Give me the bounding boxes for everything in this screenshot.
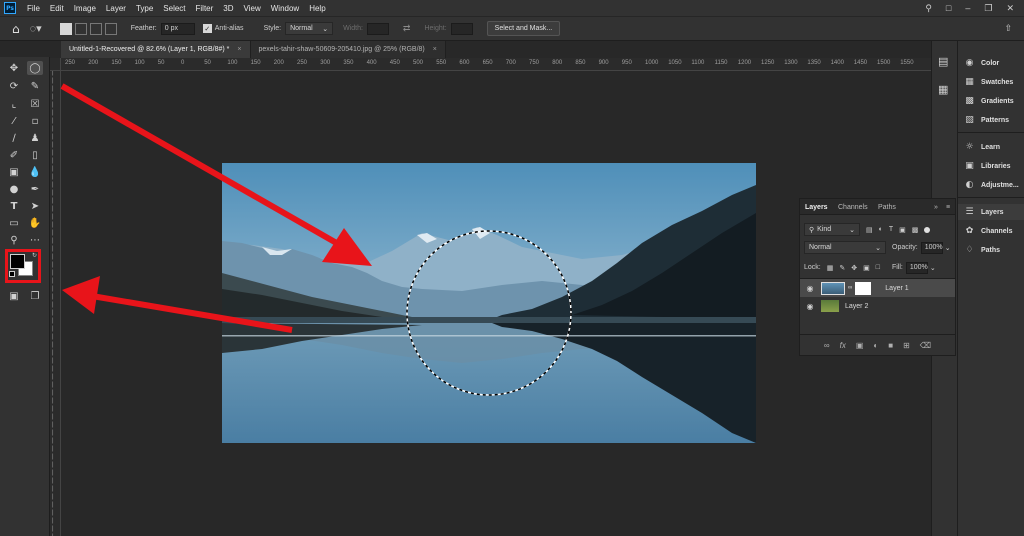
new-group-icon[interactable]: ■ [888, 341, 893, 350]
layer-thumbnail [821, 281, 845, 295]
lock-label: Lock: [804, 264, 821, 271]
arrow-to-selection [60, 83, 342, 248]
eye-icon[interactable]: ◉ [805, 284, 815, 293]
adjustments-icon: ◐ [965, 180, 974, 190]
panel-libraries[interactable]: ▣ Libraries [964, 158, 1011, 174]
fill-input[interactable]: 100% [905, 261, 928, 274]
delete-layer-icon[interactable]: ⌫ [920, 341, 931, 350]
layers-icon: ☰ [965, 207, 974, 217]
panel-label: Channels [981, 227, 1013, 235]
right-panel-dock: ◉ Color ▦ Swatches ▩ Gradients ▧ Patterns ☼ L… [958, 41, 1024, 536]
filter-kind-select[interactable]: ⚲ Kind ⌄ [804, 223, 860, 236]
panel-paths[interactable]: ♢ Paths [964, 242, 1000, 258]
blend-mode-select[interactable]: Normal ⌄ [804, 241, 886, 254]
search-icon: ⚲ [809, 226, 815, 234]
layer-row-layer-2[interactable]: ◉ Layer 2 [800, 297, 955, 315]
libraries-icon: ▣ [965, 161, 974, 171]
chevron-down-icon: ⌄ [875, 244, 881, 252]
panel-label: Learn [981, 143, 1001, 151]
new-layer-icon[interactable]: ⊞ [903, 341, 910, 350]
filter-toggle-icon[interactable] [924, 226, 931, 233]
filter-smart-icon[interactable]: ▩ [912, 226, 919, 234]
filter-kind-value: Kind [817, 226, 832, 233]
layer-row-layer-1[interactable]: ◉ ∞ Layer 1 [800, 279, 955, 297]
arrow-head-swatches [62, 276, 100, 314]
filter-pixel-icon[interactable]: ▤ [866, 226, 873, 234]
panel-collapse-icon[interactable]: » [934, 199, 938, 215]
filter-shape-icon[interactable]: ▣ [899, 226, 906, 234]
panel-label: Libraries [981, 162, 1011, 170]
blend-mode-value: Normal [809, 244, 832, 251]
lightbulb-icon: ☼ [965, 142, 974, 152]
panel-gradients[interactable]: ▩ Gradients [964, 93, 1014, 109]
layers-panel: Layers Channels Paths » ≡ ⚲ Kind ⌄ ▤ ◐ T ▣… [799, 198, 956, 356]
lock-position-icon[interactable]: ✥ [851, 264, 857, 272]
arrow-to-swatches [91, 293, 293, 333]
fill-label: Fill: [891, 264, 903, 271]
panel-learn[interactable]: ☼ Learn [964, 139, 1000, 155]
chevron-down-icon[interactable]: ⌄ [930, 264, 936, 272]
layer-name: Layer 1 [885, 284, 909, 292]
eye-icon[interactable]: ◉ [805, 302, 815, 311]
panel-menu-icon[interactable]: ≡ [946, 199, 950, 215]
panel-label: Swatches [981, 78, 1014, 86]
panel-label: Gradients [981, 97, 1014, 105]
panel-label: Paths [981, 246, 1001, 254]
history-panel-icon[interactable]: ▤ [938, 55, 948, 68]
properties-panel-icon[interactable]: ▦ [938, 83, 948, 96]
lock-all-icon[interactable]: □ [876, 264, 880, 271]
layer-name: Layer 2 [845, 302, 869, 310]
layer-style-icon[interactable]: fx [840, 341, 846, 350]
chevron-down-icon: ⌄ [849, 226, 855, 234]
panel-label: Layers [981, 208, 1004, 216]
panel-color[interactable]: ◉ Color [964, 55, 1000, 71]
tab-paths[interactable]: Paths [878, 199, 896, 215]
lock-artboard-icon[interactable]: ▣ [863, 264, 870, 272]
layer-thumbnail [821, 300, 839, 312]
swatches-icon: ▦ [965, 77, 974, 87]
channels-icon: ✿ [965, 226, 974, 236]
panel-layers[interactable]: ☰ Layers [958, 204, 1024, 220]
add-mask-icon[interactable]: ▣ [856, 341, 864, 350]
link-layers-icon[interactable]: ∞ [824, 341, 830, 350]
patterns-icon: ▧ [965, 115, 974, 125]
chevron-down-icon[interactable]: ⌄ [945, 244, 951, 252]
tab-layers[interactable]: Layers [805, 199, 828, 215]
filter-adjustment-icon[interactable]: ◐ [879, 226, 883, 233]
panel-label: Patterns [981, 116, 1010, 124]
panel-channels[interactable]: ✿ Channels [964, 223, 1013, 239]
opacity-input[interactable]: 100% [920, 241, 943, 254]
paths-icon: ♢ [965, 245, 974, 255]
opacity-label: Opacity: [892, 244, 918, 251]
lock-pixels-icon[interactable]: ✎ [839, 264, 845, 272]
color-icon: ◉ [965, 58, 974, 68]
panel-swatches[interactable]: ▦ Swatches [964, 74, 1013, 90]
panel-label: Adjustme... [981, 181, 1019, 189]
gradients-icon: ▩ [965, 96, 974, 106]
filter-type-icon[interactable]: T [889, 226, 893, 233]
adjustment-layer-icon[interactable]: ◐ [873, 341, 878, 350]
tab-channels[interactable]: Channels [838, 199, 868, 215]
layer-mask-thumbnail[interactable] [855, 281, 872, 295]
panel-patterns[interactable]: ▧ Patterns [964, 112, 1009, 128]
panel-adjustments[interactable]: ◐ Adjustme... [964, 177, 1019, 193]
lock-transparent-icon[interactable]: ▦ [827, 264, 834, 272]
arrow-head-selection [322, 228, 372, 266]
panel-label: Color [981, 59, 1000, 67]
chain-link-icon[interactable]: ∞ [848, 285, 852, 291]
